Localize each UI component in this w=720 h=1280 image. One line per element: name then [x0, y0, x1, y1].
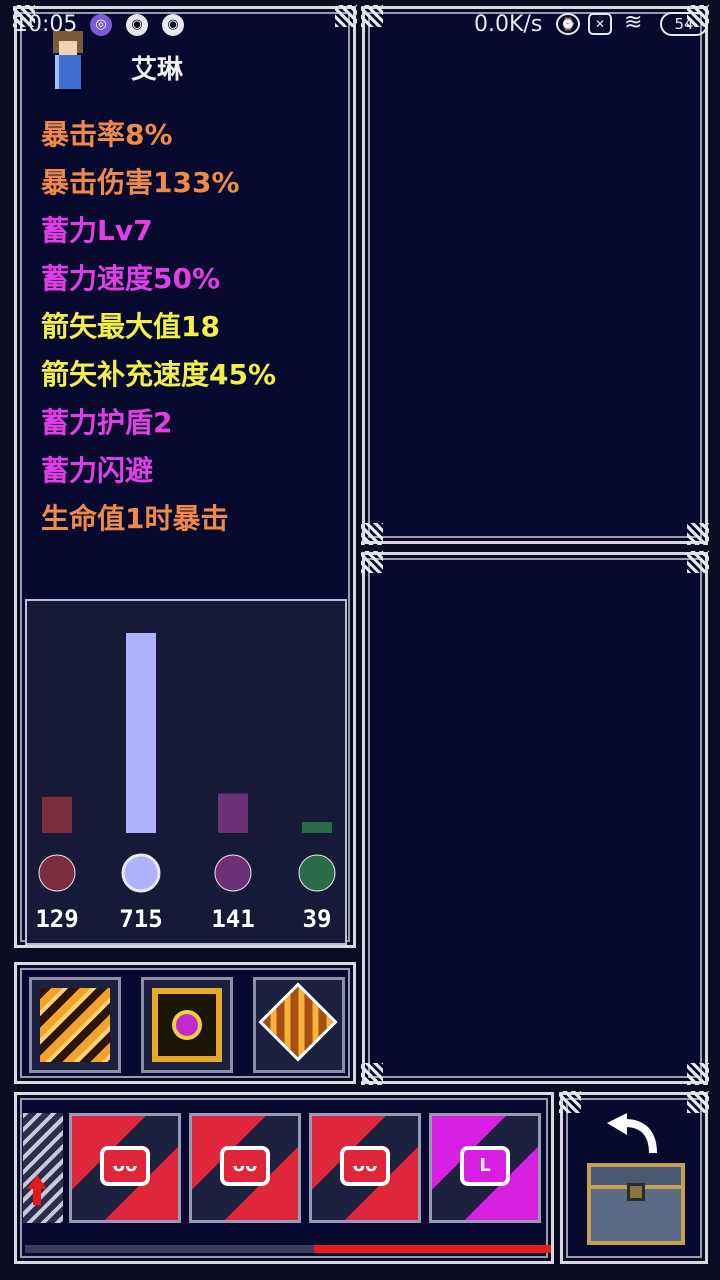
card-symbol: ᒪ — [479, 1155, 491, 1176]
frame-corner — [361, 551, 383, 573]
skill-card[interactable]: ᒪ — [429, 1113, 541, 1223]
wifi-icon: ≋ — [624, 10, 643, 35]
frame-corner — [361, 523, 383, 545]
golden-eye-icon — [152, 988, 222, 1062]
resource-bar — [42, 796, 72, 833]
stat-line: 蓄力闪避 — [41, 454, 154, 487]
alarm-icon: ⌚ — [556, 13, 580, 35]
card-symbol: ᴗᴗ — [112, 1155, 138, 1176]
stat-line: 生命值1时暴击 — [41, 502, 229, 535]
item-slot-3[interactable] — [253, 977, 345, 1073]
deck-pile[interactable] — [23, 1113, 63, 1223]
resource-count: 141 — [211, 905, 254, 933]
info-panel-top — [361, 5, 709, 545]
treasure-chest-icon — [587, 1163, 685, 1245]
card-badge-icon: ᴗᴗ — [100, 1146, 150, 1186]
frame-corner — [559, 1091, 581, 1113]
card-badge-icon: ᴗᴗ — [220, 1146, 270, 1186]
hero-name: 艾琳 — [131, 55, 184, 85]
resource-bar — [126, 633, 156, 833]
frame-corner — [687, 1091, 709, 1113]
item-slot-2[interactable] — [141, 977, 233, 1073]
arrow-up-stem — [33, 1189, 41, 1205]
resource-bar — [218, 793, 248, 833]
status-bar: 10:05 ◎ ◉ ◉ 0.0K/s ⌚ ✕ ≋ 54 — [0, 0, 720, 50]
app-icon: ◎ — [90, 14, 112, 36]
shadow-orb-icon — [214, 854, 252, 892]
skill-card[interactable]: ᴗᴗ — [189, 1113, 301, 1223]
item-strip — [14, 962, 356, 1084]
network-speed: 0.0K/s — [474, 12, 543, 37]
return-arrow-icon — [607, 1113, 657, 1154]
resource-bar — [302, 822, 332, 833]
skill-card[interactable]: ᴗᴗ — [69, 1113, 181, 1223]
frame-corner — [687, 551, 709, 573]
skill-card[interactable]: ᴗᴗ — [309, 1113, 421, 1223]
card-hand: ᴗᴗ ᴗᴗ ᴗᴗ ᒪ — [14, 1092, 554, 1264]
card-symbol: ᴗᴗ — [232, 1155, 258, 1176]
resource-chart: 129 715 141 39 — [25, 599, 347, 945]
item-slot-1[interactable] — [29, 977, 121, 1073]
eye-icon: ◉ — [126, 14, 148, 36]
card-badge-icon: ᴗᴗ — [340, 1146, 390, 1186]
stat-line: 蓄力速度50% — [41, 262, 221, 295]
resource-count: 39 — [303, 905, 332, 933]
resource-count: 129 — [35, 905, 78, 933]
snowflake-icon — [121, 853, 161, 893]
frame-corner — [687, 1063, 709, 1085]
sim-off-icon: ✕ — [588, 13, 612, 35]
stat-line: 箭矢最大值18 — [41, 310, 220, 343]
eye-icon: ◉ — [162, 14, 184, 36]
stat-line: 蓄力Lv7 — [41, 214, 153, 247]
draw-progress-fill — [314, 1245, 551, 1253]
stat-line: 暴击伤害133% — [41, 166, 240, 199]
hero-stats-panel: 艾琳 暴击率8% 暴击伤害133% 蓄力Lv7 蓄力速度50% 箭矢最大值18 箭矢补充速… — [13, 5, 357, 948]
card-symbol: ᴗᴗ — [352, 1155, 378, 1176]
draw-progress-bar — [25, 1245, 551, 1253]
card-badge-icon: ᒪ — [460, 1146, 510, 1186]
stat-line: 箭矢补充速度45% — [41, 358, 277, 391]
striped-shield-icon — [40, 988, 110, 1062]
resource-chart-svg: 129 715 141 39 — [35, 633, 336, 933]
status-time: 10:05 — [14, 12, 78, 37]
cross-gem-icon — [258, 982, 338, 1062]
return-chest-button[interactable] — [559, 1091, 709, 1264]
resource-count: 715 — [119, 905, 162, 933]
battery-icon: 54 — [660, 12, 708, 36]
frame-corner — [361, 1063, 383, 1085]
stat-line: 蓄力护盾2 — [41, 406, 173, 439]
poison-flask-icon — [298, 854, 336, 892]
frame-corner — [687, 523, 709, 545]
arrow-up-icon — [27, 1175, 47, 1189]
info-panel-bottom — [361, 551, 709, 1085]
stat-line: 暴击率8% — [41, 118, 173, 151]
blood-drop-icon — [38, 854, 76, 892]
